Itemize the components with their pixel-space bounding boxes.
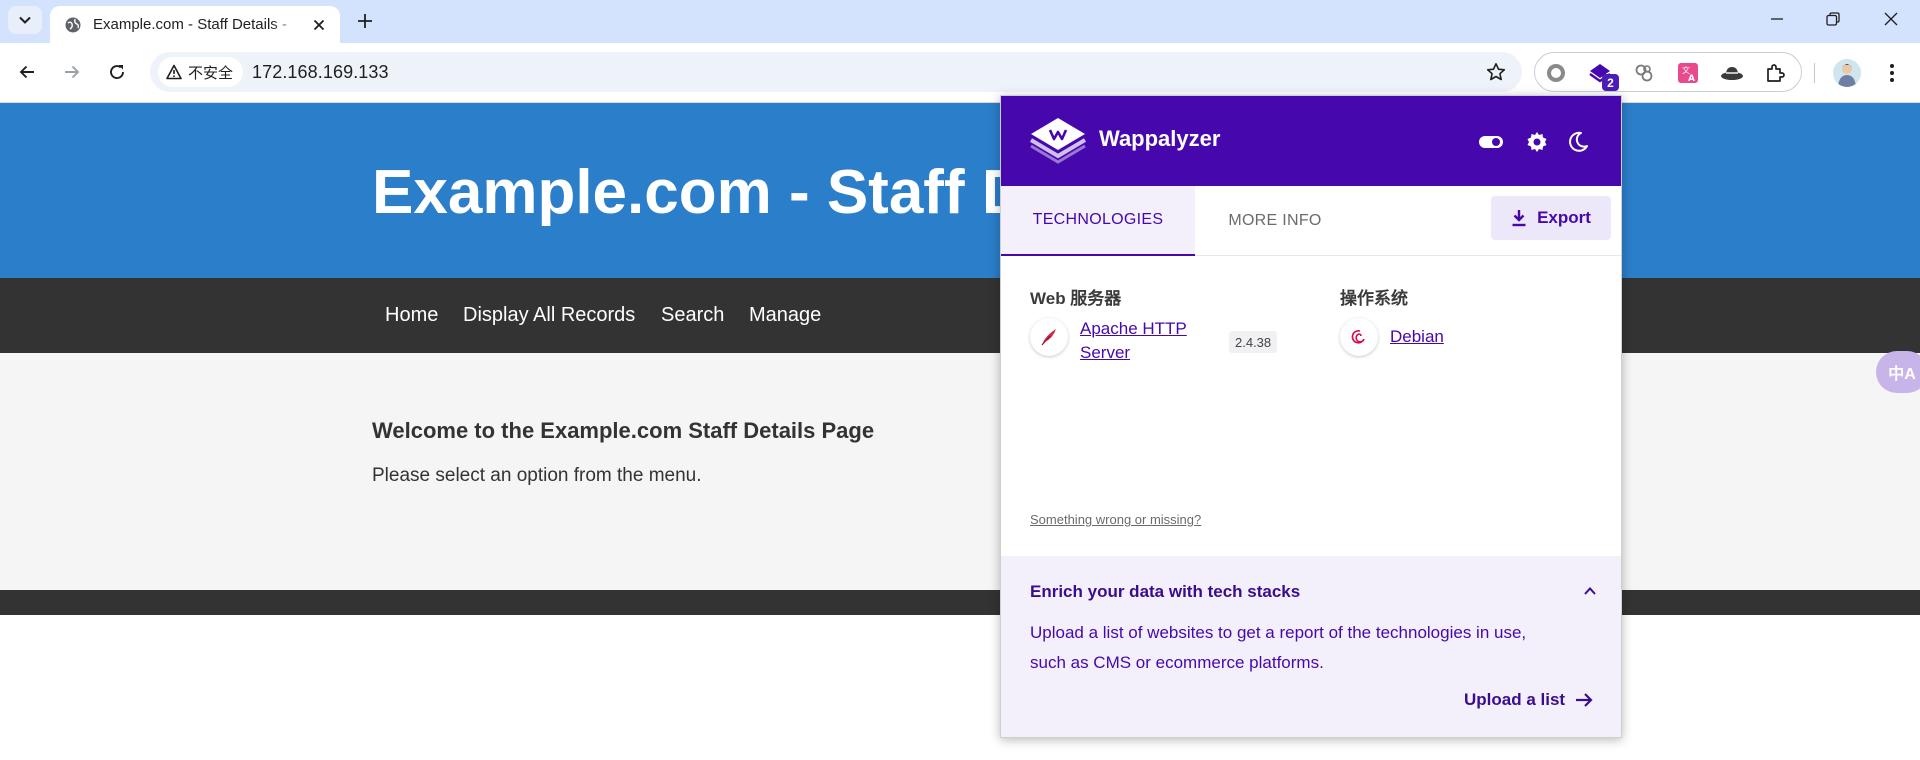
arrow-right-icon [1576,693,1593,707]
security-label: 不安全 [188,64,234,82]
record-extension-icon[interactable] [1543,60,1569,86]
something-wrong-link[interactable]: Something wrong or missing? [1030,512,1201,527]
debian-swirl-icon [1340,318,1378,356]
warning-triangle-icon [166,64,182,80]
site-security-chip[interactable]: 不安全 [158,57,244,87]
globe-icon [65,17,81,32]
tab-close-icon[interactable] [308,14,330,36]
address-bar[interactable]: 不安全 172.168.169.133 [150,52,1522,92]
extensions-puzzle-icon[interactable] [1763,60,1789,86]
category-operating-system: 操作系统 [1340,289,1408,308]
bookmark-star-icon[interactable] [1484,60,1508,84]
welcome-heading: Welcome to the Example.com Staff Details… [372,418,875,443]
apache-feather-icon [1030,318,1068,356]
translate-float-button[interactable]: 中A [1876,351,1920,393]
page-background [0,615,1920,760]
export-label: Export [1537,208,1591,227]
wappalyzer-header: Wappalyzer [1001,96,1621,186]
chevron-down-icon [19,16,31,24]
dark-mode-moon-icon[interactable] [1565,129,1591,155]
apache-version-badge: 2.4.38 [1229,331,1278,353]
profile-avatar[interactable] [1833,59,1861,87]
toggle-switch-icon[interactable] [1478,129,1504,155]
enrich-title: Enrich your data with tech stacks [1030,582,1301,601]
reload-icon[interactable] [102,57,132,87]
puzzle-circles-extension-icon[interactable] [1631,60,1657,86]
settings-gear-icon[interactable] [1524,129,1550,155]
enrich-panel: Enrich your data with tech stacks Upload… [1001,556,1621,737]
wappalyzer-logo-icon [1029,118,1087,164]
extensions-group: 2 文A [1534,52,1802,92]
category-web-server: Web 服务器 [1030,289,1122,308]
restore-window-icon[interactable] [1810,4,1856,34]
welcome-text: Please select an option from the menu. [372,465,702,486]
more-menu-icon[interactable] [1880,59,1904,87]
hat-extension-icon[interactable] [1719,60,1745,86]
new-tab-plus-icon[interactable] [352,8,378,34]
wappalyzer-tabs: TECHNOLOGIES MORE INFO Export [1001,186,1621,256]
site-nav-bar: Home Display All Records Search Manage [0,278,1920,353]
nav-link-search[interactable]: Search [661,304,724,327]
svg-text:A: A [1688,74,1695,84]
site-footer [0,590,1920,615]
toolbar-separator [1814,63,1815,83]
tab-more-info[interactable]: MORE INFO [1195,186,1355,256]
wappalyzer-extension-icon[interactable]: 2 [1587,60,1619,91]
url-text[interactable]: 172.168.169.133 [252,62,389,83]
wappalyzer-popup: Wappalyzer TECHNOLOGIES MORE INFO Export… [1000,95,1622,738]
browser-tab-active[interactable]: Example.com - Staff Details - [50,6,340,43]
back-arrow-icon[interactable] [12,57,42,87]
web-page: Example.com - Staff Details Home Display… [0,103,1920,760]
nav-link-home[interactable]: Home [385,304,438,327]
browser-tab-strip: Example.com - Staff Details - [0,0,1920,43]
forward-arrow-icon[interactable] [57,57,87,87]
upload-list-label: Upload a list [1464,690,1566,709]
export-button[interactable]: Export [1491,196,1611,240]
browser-toolbar: 不安全 172.168.169.133 2 文A [0,43,1920,103]
translate-extension-icon[interactable]: 文A [1675,60,1701,86]
wappalyzer-brand: Wappalyzer [1099,126,1221,151]
close-window-icon[interactable] [1868,4,1914,34]
tab-title: Example.com - Staff Details - [93,16,287,33]
chevron-up-icon[interactable] [1579,580,1601,602]
tech-link-apache[interactable]: Apache HTTP Server [1080,317,1205,365]
tab-search-button[interactable] [8,6,42,34]
tab-technologies[interactable]: TECHNOLOGIES [1001,186,1195,256]
download-icon [1512,210,1526,227]
nav-link-display-all-records[interactable]: Display All Records [463,304,635,327]
nav-link-manage[interactable]: Manage [749,304,821,327]
tech-link-debian[interactable]: Debian [1390,325,1444,349]
minimize-window-icon[interactable] [1754,4,1800,34]
site-header: Example.com - Staff Details [0,103,1920,278]
upload-list-link[interactable]: Upload a list [1464,690,1593,710]
extension-badge: 2 [1602,74,1619,91]
enrich-description: Upload a list of websites to get a repor… [1030,623,1527,672]
